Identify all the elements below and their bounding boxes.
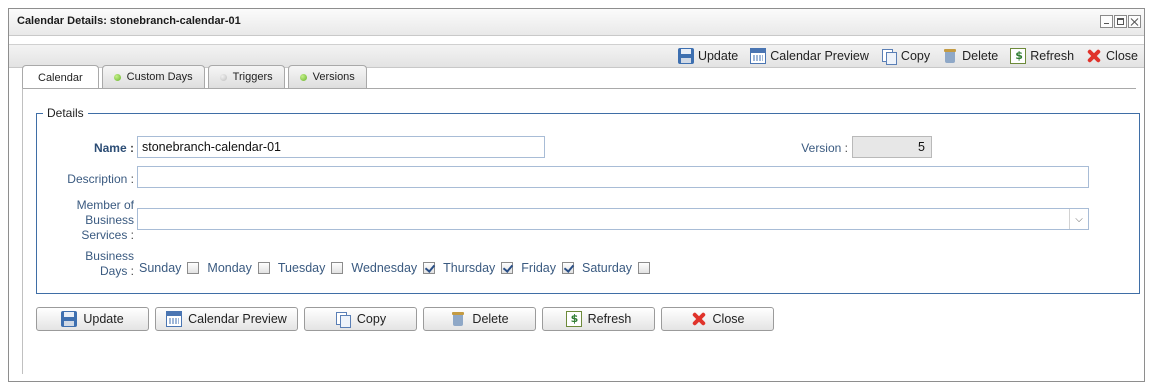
status-green-icon <box>113 73 121 81</box>
toolbar-copy-label: Copy <box>900 49 931 63</box>
toolbar-update-button[interactable]: Update <box>677 48 739 64</box>
sunday-checkbox[interactable] <box>187 262 200 274</box>
member-label-line-1: Member of <box>76 198 134 212</box>
friday-checkbox[interactable] <box>562 262 575 274</box>
update-button-label: Update <box>83 312 124 326</box>
save-icon <box>61 311 78 327</box>
close-button-label: Close <box>712 312 745 326</box>
member-label-line-3: Services <box>81 228 128 242</box>
refresh-button[interactable]: Refresh <box>542 307 655 331</box>
toolbar-copy-button[interactable]: Copy <box>881 48 931 65</box>
minimize-icon[interactable] <box>1100 15 1113 28</box>
day-saturday[interactable]: Saturday <box>582 261 651 275</box>
wednesday-checkbox[interactable] <box>423 262 436 274</box>
title-bar: Calendar Details: stonebranch-calendar-0… <box>9 9 1144 36</box>
monday-checkbox[interactable] <box>257 262 270 274</box>
business-days-label-line-1: Business <box>85 249 134 263</box>
tab-triggers-label: Triggers <box>232 71 273 83</box>
maximize-icon[interactable] <box>1114 15 1127 28</box>
version-label: Version : <box>801 141 848 155</box>
calendar-preview-button[interactable]: Calendar Preview <box>155 307 298 331</box>
tab-strip: Calendar Custom Days Triggers Versions <box>22 65 367 89</box>
name-label: Name : <box>93 141 134 155</box>
day-saturday-label: Saturday <box>582 261 633 275</box>
toolbar-close-button[interactable]: Close <box>1086 48 1138 64</box>
member-of-business-services-label: Member of Business Services : <box>40 198 134 243</box>
name-label-text: Name <box>93 141 127 155</box>
version-field <box>852 136 932 158</box>
chevron-down-icon[interactable]: ⌵ <box>1069 209 1088 229</box>
saturday-checkbox[interactable] <box>638 262 651 274</box>
thursday-checkbox[interactable] <box>501 262 514 274</box>
day-tuesday[interactable]: Tuesday <box>277 261 344 275</box>
details-legend: Details <box>47 106 84 120</box>
day-friday-label: Friday <box>521 261 557 275</box>
refresh-icon <box>565 311 582 327</box>
calendar-icon <box>750 48 767 64</box>
window-controls <box>1100 15 1141 28</box>
tab-calendar-label: Calendar <box>38 71 83 84</box>
day-monday[interactable]: Monday <box>207 261 270 275</box>
version-label-text: Version <box>801 141 842 155</box>
close-icon <box>691 311 707 327</box>
copy-icon <box>335 311 351 328</box>
close-button[interactable]: Close <box>661 307 774 331</box>
copy-icon <box>881 48 897 65</box>
tab-versions-label: Versions <box>312 71 355 83</box>
tab-custom-days-label: Custom Days <box>126 71 193 83</box>
business-days-label-line-2: Days <box>99 264 128 278</box>
day-thursday-label: Thursday <box>443 261 496 275</box>
calendar-preview-button-label: Calendar Preview <box>188 312 287 326</box>
business-days-label: Business Days : <box>60 249 134 279</box>
bottom-button-row: Update Calendar Preview Copy Delete Refr… <box>36 307 774 331</box>
tuesday-checkbox[interactable] <box>331 262 344 274</box>
status-grey-icon <box>219 73 227 81</box>
delete-icon <box>450 311 466 327</box>
business-days-group: Sunday Monday Tuesday Wednesday Thursday… <box>139 261 652 275</box>
toolbar-close-label: Close <box>1106 49 1138 63</box>
day-wednesday-label: Wednesday <box>351 261 418 275</box>
business-services-select[interactable]: ⌵ <box>137 208 1089 230</box>
day-wednesday[interactable]: Wednesday <box>351 261 436 275</box>
calendar-icon <box>166 311 183 327</box>
tab-versions[interactable]: Versions <box>287 65 367 88</box>
day-thursday[interactable]: Thursday <box>443 261 514 275</box>
day-tuesday-label: Tuesday <box>277 261 326 275</box>
day-sunday-label: Sunday <box>139 261 182 275</box>
delete-button[interactable]: Delete <box>423 307 536 331</box>
refresh-icon <box>1010 48 1027 64</box>
tab-custom-days[interactable]: Custom Days <box>101 65 205 88</box>
toolbar-delete-label: Delete <box>962 49 999 63</box>
day-friday[interactable]: Friday <box>521 261 575 275</box>
day-sunday[interactable]: Sunday <box>139 261 200 275</box>
window-title: Calendar Details: stonebranch-calendar-0… <box>17 15 241 27</box>
status-green-icon <box>299 73 307 81</box>
member-label-line-2: Business <box>85 213 134 227</box>
tab-triggers[interactable]: Triggers <box>207 65 285 88</box>
copy-button[interactable]: Copy <box>304 307 417 331</box>
name-field[interactable] <box>137 136 545 158</box>
toolbar-calendar-preview-button[interactable]: Calendar Preview <box>750 48 869 64</box>
toolbar-refresh-button[interactable]: Refresh <box>1010 48 1074 64</box>
tab-calendar[interactable]: Calendar <box>22 65 99 89</box>
refresh-button-label: Refresh <box>587 312 632 326</box>
close-icon <box>1086 48 1102 64</box>
copy-button-label: Copy <box>356 312 387 326</box>
save-icon <box>677 48 694 64</box>
window-close-icon[interactable] <box>1128 15 1141 28</box>
day-monday-label: Monday <box>207 261 252 275</box>
toolbar-refresh-label: Refresh <box>1030 49 1075 63</box>
update-button[interactable]: Update <box>36 307 149 331</box>
description-label-text: Description <box>67 172 128 186</box>
delete-icon <box>942 48 958 64</box>
toolbar-update-label: Update <box>697 49 739 63</box>
delete-button-label: Delete <box>472 312 509 326</box>
description-label: Description : <box>67 172 134 186</box>
description-field[interactable] <box>137 166 1089 188</box>
toolbar-calendar-preview-label: Calendar Preview <box>770 49 869 63</box>
toolbar-delete-button[interactable]: Delete <box>942 48 998 64</box>
